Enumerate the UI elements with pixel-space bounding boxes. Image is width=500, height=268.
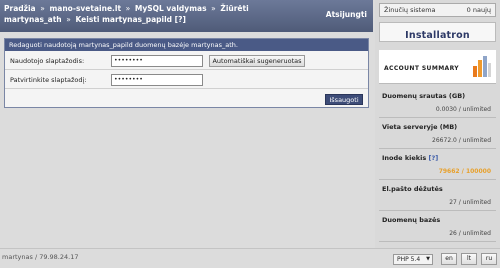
new-messages-count: 0 naujų (466, 6, 491, 14)
confirm-password-input[interactable]: •••••••• (111, 74, 203, 86)
sidebar: Žinučių sistema 0 naujų Installatron ACC… (375, 0, 500, 248)
stat-inodes-label: Inode kiekis (382, 154, 427, 162)
breadcrumb-separator: » (40, 4, 45, 13)
stat-databases: Duomenų bazės 26 / unlimited (379, 212, 496, 242)
footer: martynas / 79.98.24.17 PHP 5.4 ▼ en lt r… (0, 248, 500, 268)
breadcrumb-mysql[interactable]: MySQL valdymas (135, 4, 207, 13)
language-lt-button[interactable]: lt (461, 253, 477, 265)
stat-value: 26672.0 / unlimited (432, 137, 491, 144)
stat-value: 26 / unlimited (449, 230, 491, 237)
account-summary-header: ACCOUNT SUMMARY (379, 50, 496, 84)
stat-label: Duomenų srautas (GB) (382, 92, 466, 100)
stat-email-accounts: El.pašto dėžutės 27 / unlimited (379, 181, 496, 211)
system-messages[interactable]: Žinučių sistema 0 naujų (379, 3, 496, 17)
language-en-button[interactable]: en (441, 253, 457, 265)
password-row: Naudotojo slaptažodis: •••••••• Automati… (5, 52, 368, 70)
generate-password-button[interactable]: Automatiškai sugeneruotas (209, 55, 305, 67)
installatron-logo: Installatron (405, 30, 470, 41)
breadcrumb-separator: » (66, 15, 71, 24)
chevron-down-icon: ▼ (426, 256, 430, 262)
user-ip: martynas / 79.98.24.17 (2, 253, 79, 261)
stat-label: Duomenų bazės (382, 216, 441, 224)
breadcrumb-home[interactable]: Pradžia (4, 4, 36, 13)
confirm-password-label: Patvirtinkite slaptažodį: (10, 76, 87, 84)
stat-label: El.pašto dėžutės (382, 185, 443, 193)
stat-label: Inode kiekis [?] (382, 154, 438, 162)
main-content: Redaguoti naudotoją martynas_papild duom… (0, 32, 373, 248)
edit-user-form: Redaguoti naudotoją martynas_papild duom… (4, 38, 369, 108)
stat-value: 27 / unlimited (449, 199, 491, 206)
breadcrumb-help-link[interactable]: [?] (175, 15, 186, 24)
confirm-password-row: Patvirtinkite slaptažodį: •••••••• (5, 71, 368, 89)
language-ru-button[interactable]: ru (481, 253, 497, 265)
breadcrumb: Pradžia » mano-svetaine.lt » MySQL valdy… (4, 3, 304, 25)
stat-bandwidth: Duomenų srautas (GB) 0.0030 / unlimited (379, 88, 496, 118)
form-header: Redaguoti naudotoją martynas_papild duom… (5, 39, 368, 51)
system-messages-label: Žinučių sistema (384, 6, 436, 14)
installatron-link[interactable]: Installatron (379, 22, 496, 42)
logout-link[interactable]: Atsijungti (326, 9, 367, 20)
php-version-select[interactable]: PHP 5.4 ▼ (393, 254, 433, 265)
top-navigation-bar: Pradžia » mano-svetaine.lt » MySQL valdy… (0, 0, 373, 32)
password-input[interactable]: •••••••• (111, 55, 203, 67)
inode-help-link[interactable]: [?] (428, 154, 438, 162)
php-version-value: PHP 5.4 (397, 256, 421, 263)
breadcrumb-separator: » (211, 4, 216, 13)
bar-chart-icon (473, 56, 491, 77)
breadcrumb-separator: » (125, 4, 131, 13)
stat-value: 0.0030 / unlimited (435, 106, 491, 113)
account-summary-title: ACCOUNT SUMMARY (384, 65, 460, 72)
save-button[interactable]: Išsaugoti (325, 94, 363, 105)
stat-label: Vieta serveryje (MB) (382, 123, 458, 131)
stat-value: 79662 / 100000 (438, 168, 491, 175)
breadcrumb-domain[interactable]: mano-svetaine.lt (49, 4, 121, 13)
breadcrumb-current: Keisti martynas_papild (75, 15, 173, 24)
password-label: Naudotojo slaptažodis: (10, 57, 85, 65)
stat-inodes: Inode kiekis [?] 79662 / 100000 (379, 150, 496, 180)
stat-disk-space: Vieta serveryje (MB) 26672.0 / unlimited (379, 119, 496, 149)
